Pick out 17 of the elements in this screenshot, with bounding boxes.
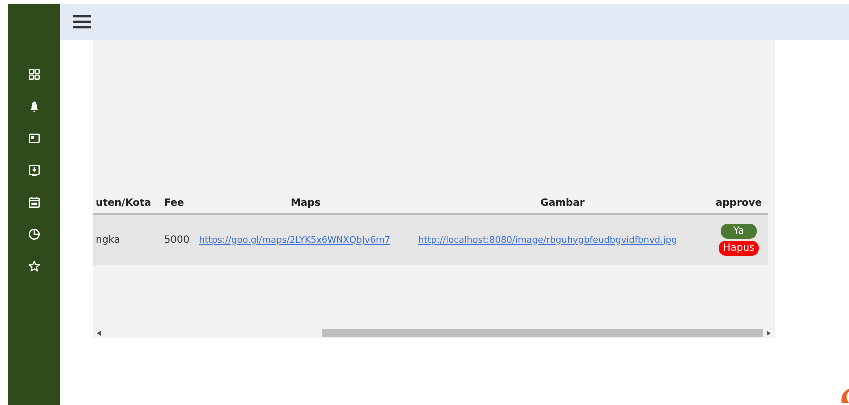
maps-link[interactable]: https://goo.gl/maps/2LYK5x6WNXQbJv6m7 (199, 236, 390, 246)
flame-icon[interactable] (840, 389, 849, 403)
scroll-right-icon[interactable] (767, 330, 771, 336)
star-icon[interactable] (28, 260, 40, 273)
table-cell: 5000 (164, 234, 190, 246)
approve-button[interactable]: Ya (720, 224, 757, 239)
menu-icon[interactable] (73, 15, 91, 29)
card-icon[interactable] (28, 132, 40, 145)
scrollbar-thumb[interactable] (322, 329, 763, 337)
delete-button[interactable]: Hapus (719, 241, 759, 256)
scroll-left-icon[interactable] (97, 330, 101, 336)
image-link[interactable]: http://localhost:8080/image/rbguhygbfeudbgvidfbnvd.jpg (418, 236, 678, 246)
calendar-icon[interactable] (28, 196, 40, 209)
pie-icon[interactable] (28, 228, 40, 241)
download-icon[interactable] (28, 164, 40, 177)
table-cell: ngka (96, 234, 120, 246)
grid-icon[interactable] (28, 68, 40, 81)
